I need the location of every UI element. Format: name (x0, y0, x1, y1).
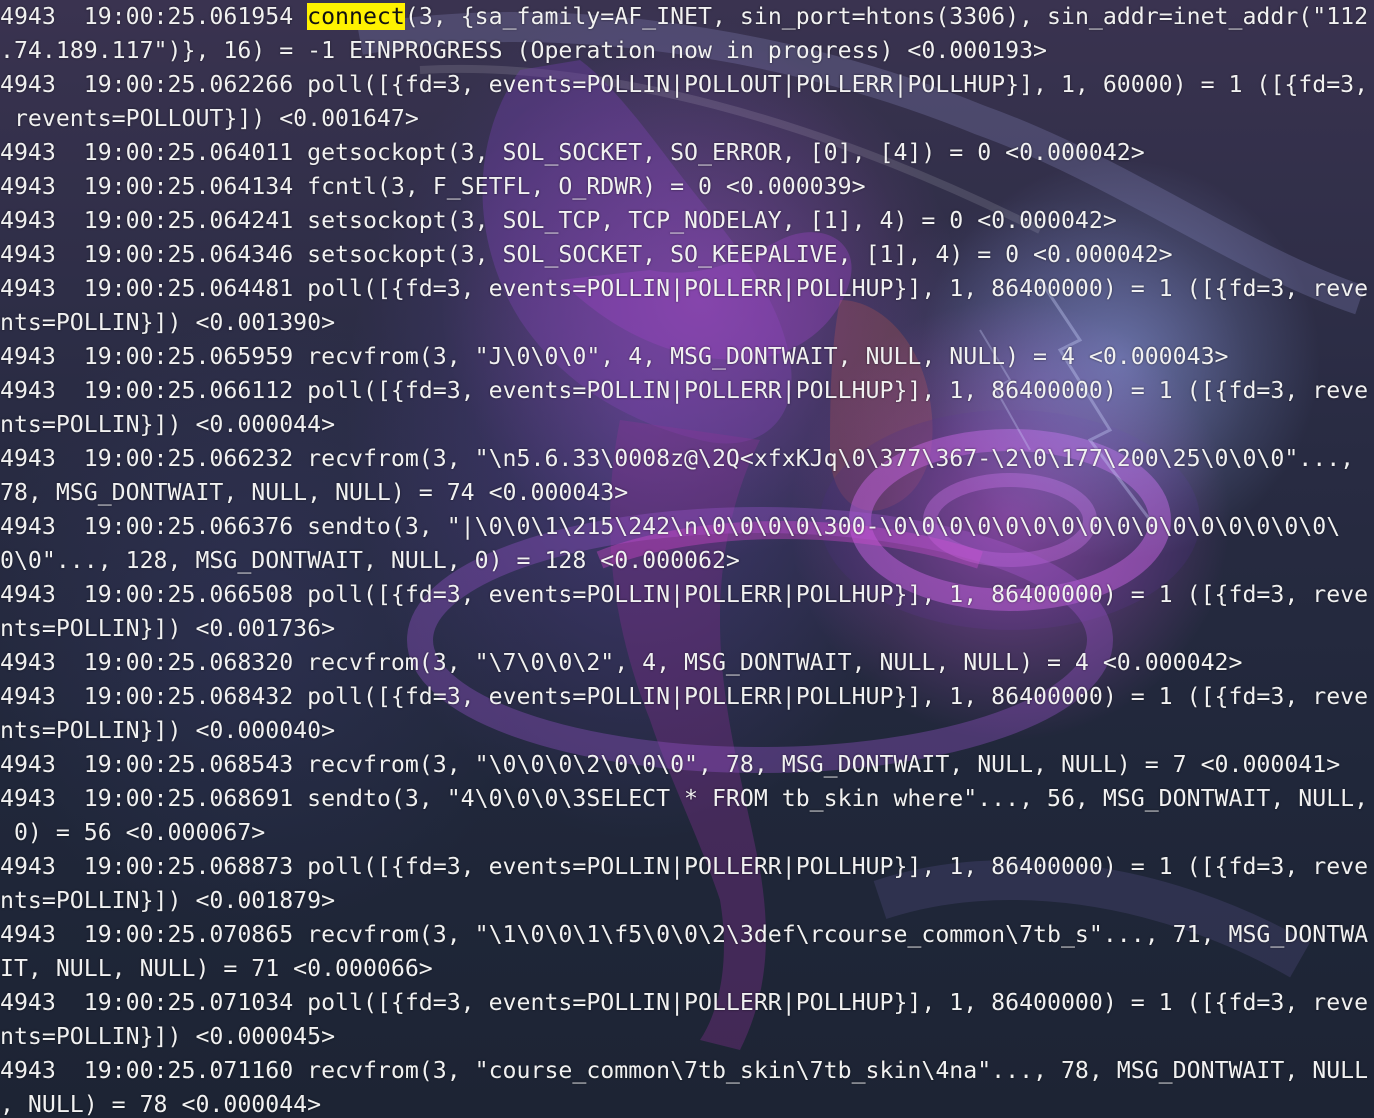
terminal-line: 4943 19:00:25.066112 poll([{fd=3, events… (0, 377, 1369, 404)
terminal-line: .74.189.117")}, 16) = -1 EINPROGRESS (Op… (0, 37, 1048, 64)
terminal-line: 4943 19:00:25.071034 poll([{fd=3, events… (0, 989, 1369, 1016)
terminal-line: 4943 19:00:25.064134 fcntl(3, F_SETFL, O… (0, 173, 866, 200)
terminal-line: 4943 19:00:25.068432 poll([{fd=3, events… (0, 683, 1369, 710)
terminal-line: nts=POLLIN}]) <0.000045> (0, 1023, 336, 1050)
terminal-line: 78, MSG_DONTWAIT, NULL, NULL) = 74 <0.00… (0, 479, 629, 506)
terminal-line: 4943 19:00:25.068543 recvfrom(3, "\0\0\0… (0, 751, 1341, 778)
terminal-line: 4943 19:00:25.066376 sendto(3, "|\0\0\1\… (0, 513, 1341, 540)
terminal-line: nts=POLLIN}]) <0.001390> (0, 309, 336, 336)
terminal-line: 4943 19:00:25.065959 recvfrom(3, "J\0\0\… (0, 343, 1229, 370)
search-highlight: connect (307, 3, 405, 30)
terminal-line: 4943 19:00:25.068691 sendto(3, "4\0\0\0\… (0, 785, 1369, 812)
terminal-line: 4943 19:00:25.064346 setsockopt(3, SOL_S… (0, 241, 1173, 268)
line-rest: (3, {sa_family=AF_INET, sin_port=htons(3… (404, 3, 1369, 30)
terminal-line: revents=POLLOUT}]) <0.001647> (0, 105, 419, 132)
terminal-line: 4943 19:00:25.064481 poll([{fd=3, events… (0, 275, 1369, 302)
terminal-line: 4943 19:00:25.066232 recvfrom(3, "\n5.6.… (0, 445, 1355, 472)
terminal-line: 0) = 56 <0.000067> (0, 819, 266, 846)
terminal-line: 4943 19:00:25.071160 recvfrom(3, "course… (0, 1057, 1369, 1084)
terminal-line: , NULL) = 78 <0.000044> (0, 1091, 322, 1118)
terminal-line: nts=POLLIN}]) <0.000040> (0, 717, 336, 744)
terminal-line: 4943 19:00:25.068873 poll([{fd=3, events… (0, 853, 1369, 880)
terminal-line: 4943 19:00:25.061954 connect(3, {sa_fami… (0, 0, 1368, 34)
terminal-line: 0\0"..., 128, MSG_DONTWAIT, NULL, 0) = 1… (0, 547, 740, 574)
terminal-line: nts=POLLIN}]) <0.000044> (0, 411, 336, 438)
terminal-line: 4943 19:00:25.068320 recvfrom(3, "\7\0\0… (0, 649, 1243, 676)
terminal-line: 4943 19:00:25.066508 poll([{fd=3, events… (0, 581, 1369, 608)
terminal-output: 4943 19:00:25.061954 connect(3, {sa_fami… (0, 0, 1374, 1118)
terminal-line: 4943 19:00:25.064241 setsockopt(3, SOL_T… (0, 207, 1117, 234)
terminal-line: nts=POLLIN}]) <0.001736> (0, 615, 336, 642)
terminal-line: 4943 19:00:25.070865 recvfrom(3, "\1\0\0… (0, 921, 1369, 948)
terminal-line: 4943 19:00:25.064011 getsockopt(3, SOL_S… (0, 139, 1145, 166)
terminal-line: nts=POLLIN}]) <0.001879> (0, 887, 336, 914)
terminal-line: IT, NULL, NULL) = 71 <0.000066> (0, 955, 433, 982)
terminal-line: 4943 19:00:25.062266 poll([{fd=3, events… (0, 71, 1369, 98)
line-prefix: 4943 19:00:25.061954 (0, 3, 308, 30)
